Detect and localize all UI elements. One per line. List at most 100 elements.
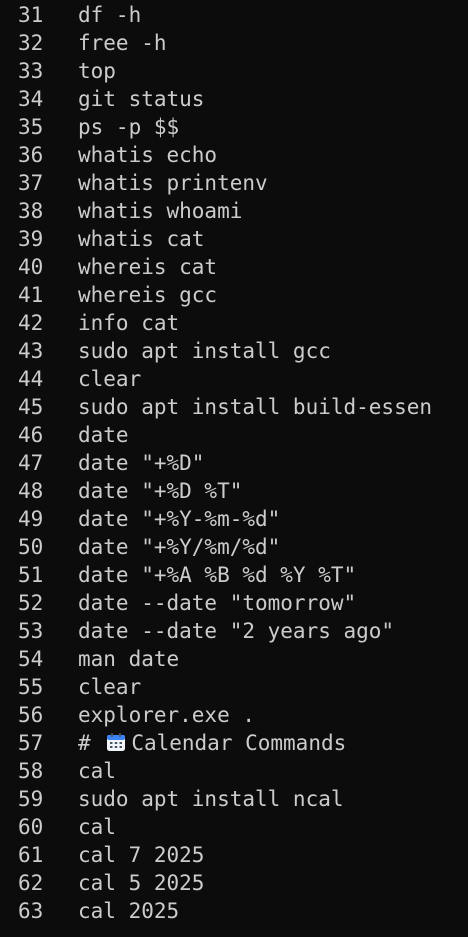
history-line-number: 36 [18, 143, 44, 167]
history-line-number: 40 [18, 255, 44, 279]
history-command: sudo apt install ncal [78, 787, 344, 811]
comment-text: Calendar Commands [131, 731, 347, 755]
history-line: 40 whereis cat [0, 253, 468, 281]
history-command: date "+%Y/%m/%d" [78, 535, 281, 559]
history-command: sudo apt install build-essen [78, 395, 433, 419]
history-line-number: 60 [18, 815, 44, 839]
history-line-number: 38 [18, 199, 44, 223]
history-line-number: 43 [18, 339, 44, 363]
history-command: sudo apt install gcc [78, 339, 331, 363]
history-command: whatis printenv [78, 171, 268, 195]
history-command: top [78, 59, 116, 83]
history-line: 45 sudo apt install build-essen [0, 393, 468, 421]
history-line-number: 37 [18, 171, 44, 195]
history-line-number: 35 [18, 115, 44, 139]
history-line-number: 55 [18, 675, 44, 699]
history-command: cal 2025 [78, 899, 180, 923]
history-line: 62 cal 5 2025 [0, 869, 468, 897]
history-command: date "+%D %T" [78, 479, 243, 503]
history-line: 61 cal 7 2025 [0, 841, 468, 869]
history-command: whereis gcc [78, 283, 218, 307]
history-line: 44 clear [0, 365, 468, 393]
history-line: 32 free -h [0, 29, 468, 57]
history-command: date [78, 423, 129, 447]
history-command: date --date "2 years ago" [78, 619, 395, 643]
history-line: 53 date --date "2 years ago" [0, 617, 468, 645]
history-line: 54 man date [0, 645, 468, 673]
history-line-number: 58 [18, 759, 44, 783]
history-command: whereis cat [78, 255, 218, 279]
history-line: 33 top [0, 57, 468, 85]
history-line: 63 cal 2025 [0, 897, 468, 925]
history-line: 57 # Calendar Commands [0, 729, 468, 757]
history-command: ps -p $$ [78, 115, 180, 139]
history-line: 50 date "+%Y/%m/%d" [0, 533, 468, 561]
history-line-number: 51 [18, 563, 44, 587]
history-line-number: 47 [18, 451, 44, 475]
history-line: 36 whatis echo [0, 141, 468, 169]
history-line-number: 52 [18, 591, 44, 615]
history-line: 37 whatis printenv [0, 169, 468, 197]
history-line: 47 date "+%D" [0, 449, 468, 477]
history-command: git status [78, 87, 205, 111]
history-command: clear [78, 675, 142, 699]
history-command: man date [78, 647, 180, 671]
history-line: 43 sudo apt install gcc [0, 337, 468, 365]
history-line-number: 62 [18, 871, 44, 895]
history-line: 38 whatis whoami [0, 197, 468, 225]
history-line-number: 50 [18, 535, 44, 559]
history-line-number: 31 [18, 3, 44, 27]
history-line: 52 date --date "tomorrow" [0, 589, 468, 617]
history-line-number: 39 [18, 227, 44, 251]
history-line: 42 info cat [0, 309, 468, 337]
history-command: cal [78, 759, 116, 783]
history-line-number: 59 [18, 787, 44, 811]
history-command: whatis echo [78, 143, 218, 167]
history-command: clear [78, 367, 142, 391]
history-line: 58 cal [0, 757, 468, 785]
history-command: date --date "tomorrow" [78, 591, 357, 615]
history-line-number: 48 [18, 479, 44, 503]
history-line: 49 date "+%Y-%m-%d" [0, 505, 468, 533]
history-command: cal [78, 815, 116, 839]
history-line: 55 clear [0, 673, 468, 701]
history-line-number: 53 [18, 619, 44, 643]
comment-marker: # [78, 731, 91, 755]
history-line-number: 44 [18, 367, 44, 391]
history-line: 41 whereis gcc [0, 281, 468, 309]
history-command: whatis whoami [78, 199, 243, 223]
history-line-number: 42 [18, 311, 44, 335]
history-line-number: 49 [18, 507, 44, 531]
history-line: 56 explorer.exe . [0, 701, 468, 729]
history-line-number: 34 [18, 87, 44, 111]
history-line-number: 57 [18, 731, 44, 755]
history-line: 39 whatis cat [0, 225, 468, 253]
history-command: date "+%A %B %d %Y %T" [78, 563, 357, 587]
history-line-number: 45 [18, 395, 44, 419]
history-line: 35 ps -p $$ [0, 113, 468, 141]
history-line: 60 cal [0, 813, 468, 841]
history-line: 31 df -h [0, 1, 468, 29]
history-line-number: 61 [18, 843, 44, 867]
history-line: 34 git status [0, 85, 468, 113]
terminal-history-output[interactable]: 31 df -h 32 free -h 33 top 34 git status 35 ps -p… [0, 0, 468, 937]
history-command: whatis cat [78, 227, 205, 251]
history-command: # Calendar Commands [72, 729, 346, 757]
history-line-number: 41 [18, 283, 44, 307]
history-line-number: 54 [18, 647, 44, 671]
history-line: 51 date "+%A %B %d %Y %T" [0, 561, 468, 589]
history-line-number: 63 [18, 899, 44, 923]
history-command: date "+%Y-%m-%d" [78, 507, 281, 531]
history-line-number: 46 [18, 423, 44, 447]
history-command: explorer.exe . [78, 703, 256, 727]
history-line-number: 32 [18, 31, 44, 55]
history-command: free -h [78, 31, 167, 55]
history-command: info cat [78, 311, 180, 335]
history-command: cal 5 2025 [78, 871, 205, 895]
history-line-number: 56 [18, 703, 44, 727]
history-line: 46 date [0, 421, 468, 449]
history-line-number: 33 [18, 59, 44, 83]
calendar-icon [105, 731, 127, 753]
history-line: 59 sudo apt install ncal [0, 785, 468, 813]
history-line: 48 date "+%D %T" [0, 477, 468, 505]
